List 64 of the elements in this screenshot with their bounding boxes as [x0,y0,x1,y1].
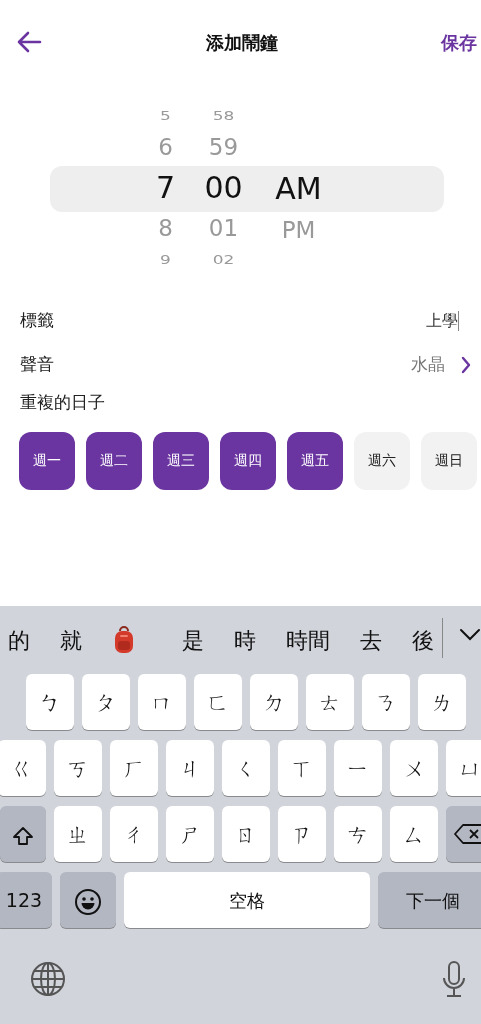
keyboard-key[interactable]: ㄆ [82,674,130,730]
globe-icon[interactable] [30,961,66,997]
label-caption: 標籤 [20,309,54,333]
backspace-key[interactable] [446,806,481,862]
keyboard-key[interactable]: ㄘ [334,806,382,862]
candidate-word[interactable]: 時間 [286,623,330,657]
keyboard-key[interactable]: ㄅ [26,674,74,730]
keyboard-key[interactable]: ㄑ [222,740,270,796]
keyboard-key[interactable]: ㄎ [54,740,102,796]
keyboard-key[interactable]: ㄩ [446,740,481,796]
sound-value[interactable]: 水晶 [411,352,445,378]
keyboard-key[interactable]: ㄗ [278,806,326,862]
next-key[interactable]: 下一個 [378,872,481,928]
keyboard-key[interactable]: ㄒ [278,740,326,796]
period-option[interactable]: AM [275,166,322,212]
minute-option[interactable]: 00 [204,165,243,211]
candidate-word[interactable]: 是 [182,623,204,657]
candidate-word[interactable]: 時 [234,623,256,657]
text-cursor [457,311,459,331]
keyboard-key[interactable]: ㄍ [0,740,46,796]
keyboard-key[interactable]: ㄇ [138,674,186,730]
weekday-toggle[interactable]: 週五 [287,431,343,490]
chevron-down-icon[interactable] [459,628,481,642]
keyboard-key[interactable]: ㄓ [54,806,102,862]
candidate-word[interactable]: 就 [60,623,82,657]
sound-caption: 聲音 [20,353,54,377]
keyboard-key[interactable]: ㄌ [418,674,466,730]
keyboard-key[interactable]: ㄏ [110,740,158,796]
weekday-toggle[interactable]: 週六 [354,431,410,490]
save-button[interactable]: 保存 [441,28,477,56]
candidate-word[interactable]: 去 [360,623,382,657]
label-input[interactable]: 上學 [337,309,458,333]
smiley-icon [74,887,102,916]
screen-title: 添加鬧鐘 [205,30,278,55]
emoji-key[interactable] [60,872,116,928]
keyboard-key[interactable]: ㄖ [222,806,270,862]
space-key[interactable]: 空格 [124,872,370,928]
weekday-toggle[interactable]: 週日 [421,431,477,490]
keyboard-key[interactable]: ㄙ [390,806,438,862]
weekday-toggle[interactable]: 週四 [220,431,276,490]
keyboard-key[interactable]: ㄋ [362,674,410,730]
weekday-toggle[interactable]: 週二 [86,431,142,490]
candidate-word[interactable]: 後 [412,623,434,657]
microphone-icon[interactable] [441,960,467,998]
hour-option[interactable]: 7 [155,165,176,211]
keyboard-key[interactable]: ㄧ [334,740,382,796]
backspace-icon [454,823,481,845]
keyboard-key[interactable]: ㄉ [250,674,298,730]
weekday-toggle[interactable]: 週三 [153,431,209,490]
numbers-key[interactable]: 123 [0,872,52,928]
shift-icon [12,825,34,846]
keyboard-key[interactable]: ㄕ [166,806,214,862]
weekday-toggle[interactable]: 週一 [19,431,75,490]
shift-key[interactable] [0,806,46,862]
keyboard-key[interactable]: ㄨ [390,740,438,796]
back-icon[interactable] [16,31,42,53]
backpack-icon[interactable] [112,626,136,654]
chevron-right-icon[interactable] [461,356,471,374]
keyboard-key[interactable]: ㄐ [166,740,214,796]
keyboard-key[interactable]: ㄊ [306,674,354,730]
repeat-caption: 重複的日子 [20,391,106,414]
keyboard-key[interactable]: ㄈ [194,674,242,730]
candidate-word[interactable]: 的 [8,623,30,657]
keyboard-key[interactable]: ㄔ [110,806,158,862]
